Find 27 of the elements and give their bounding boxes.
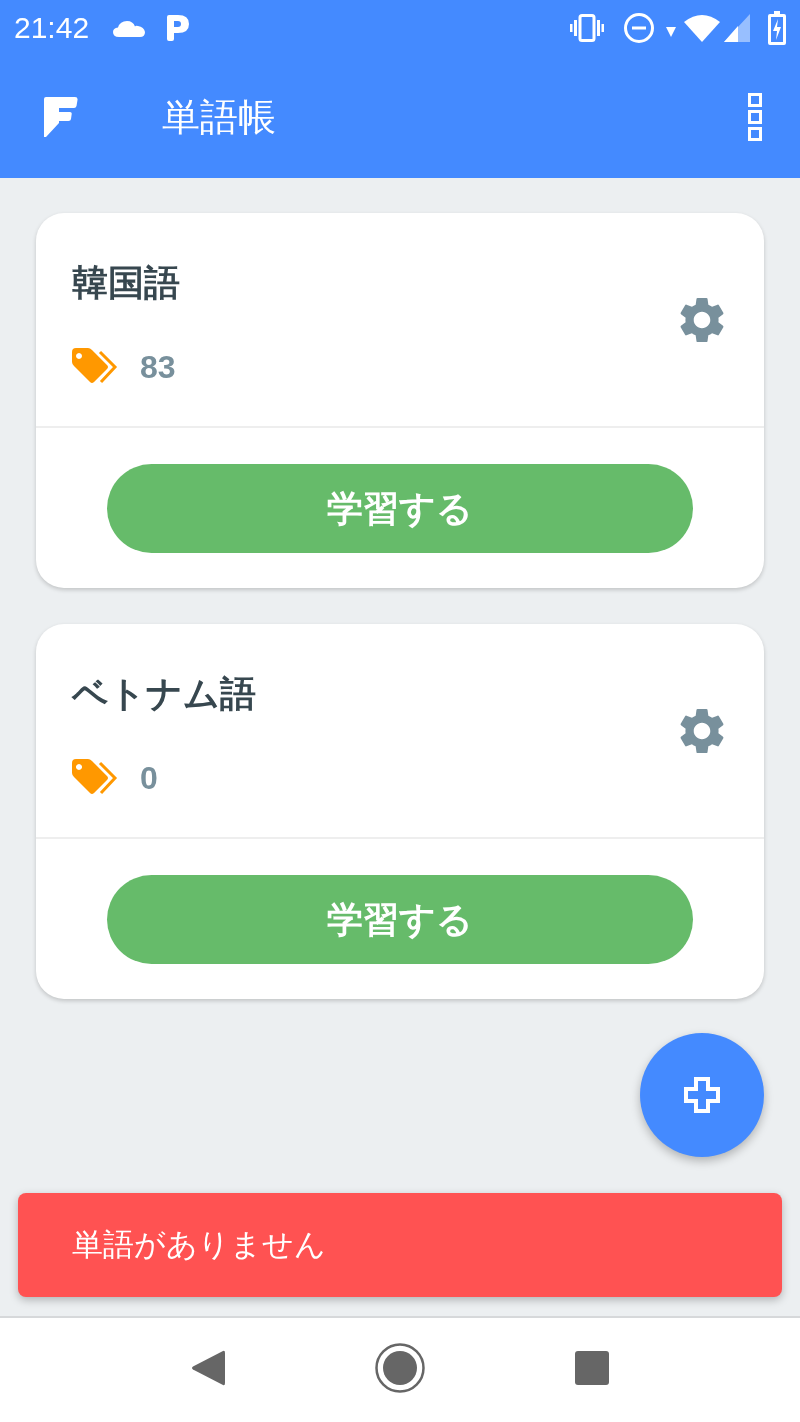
plus-icon — [684, 1077, 720, 1113]
tags-icon — [72, 347, 118, 386]
signal-icon — [724, 14, 750, 42]
settings-icon[interactable] — [680, 707, 724, 754]
word-count: 0 — [140, 758, 158, 798]
settings-icon[interactable] — [680, 296, 724, 343]
data-arrow-icon — [666, 27, 676, 37]
deck-title: ベトナム語 — [72, 671, 256, 716]
vibrate-icon — [570, 14, 604, 42]
deck-title: 韓国語 — [72, 260, 180, 305]
do-not-disturb-icon — [624, 13, 654, 43]
snackbar-message: 単語がありません — [72, 1226, 326, 1264]
app-title: 単語帳 — [162, 95, 276, 140]
menu-icon[interactable] — [748, 93, 762, 141]
study-button[interactable]: 学習する — [107, 464, 693, 553]
home-icon[interactable] — [375, 1343, 425, 1393]
battery-charging-icon — [768, 11, 786, 45]
cloud-icon — [113, 19, 146, 37]
back-icon[interactable] — [191, 1350, 225, 1386]
word-count: 83 — [140, 347, 176, 387]
add-button[interactable] — [640, 1033, 764, 1157]
app-logo — [44, 97, 78, 137]
notification-icon — [165, 15, 190, 41]
study-button[interactable]: 学習する — [107, 875, 693, 964]
status-time: 21:42 — [14, 10, 90, 46]
tags-icon — [72, 758, 118, 797]
wifi-icon — [684, 14, 720, 42]
